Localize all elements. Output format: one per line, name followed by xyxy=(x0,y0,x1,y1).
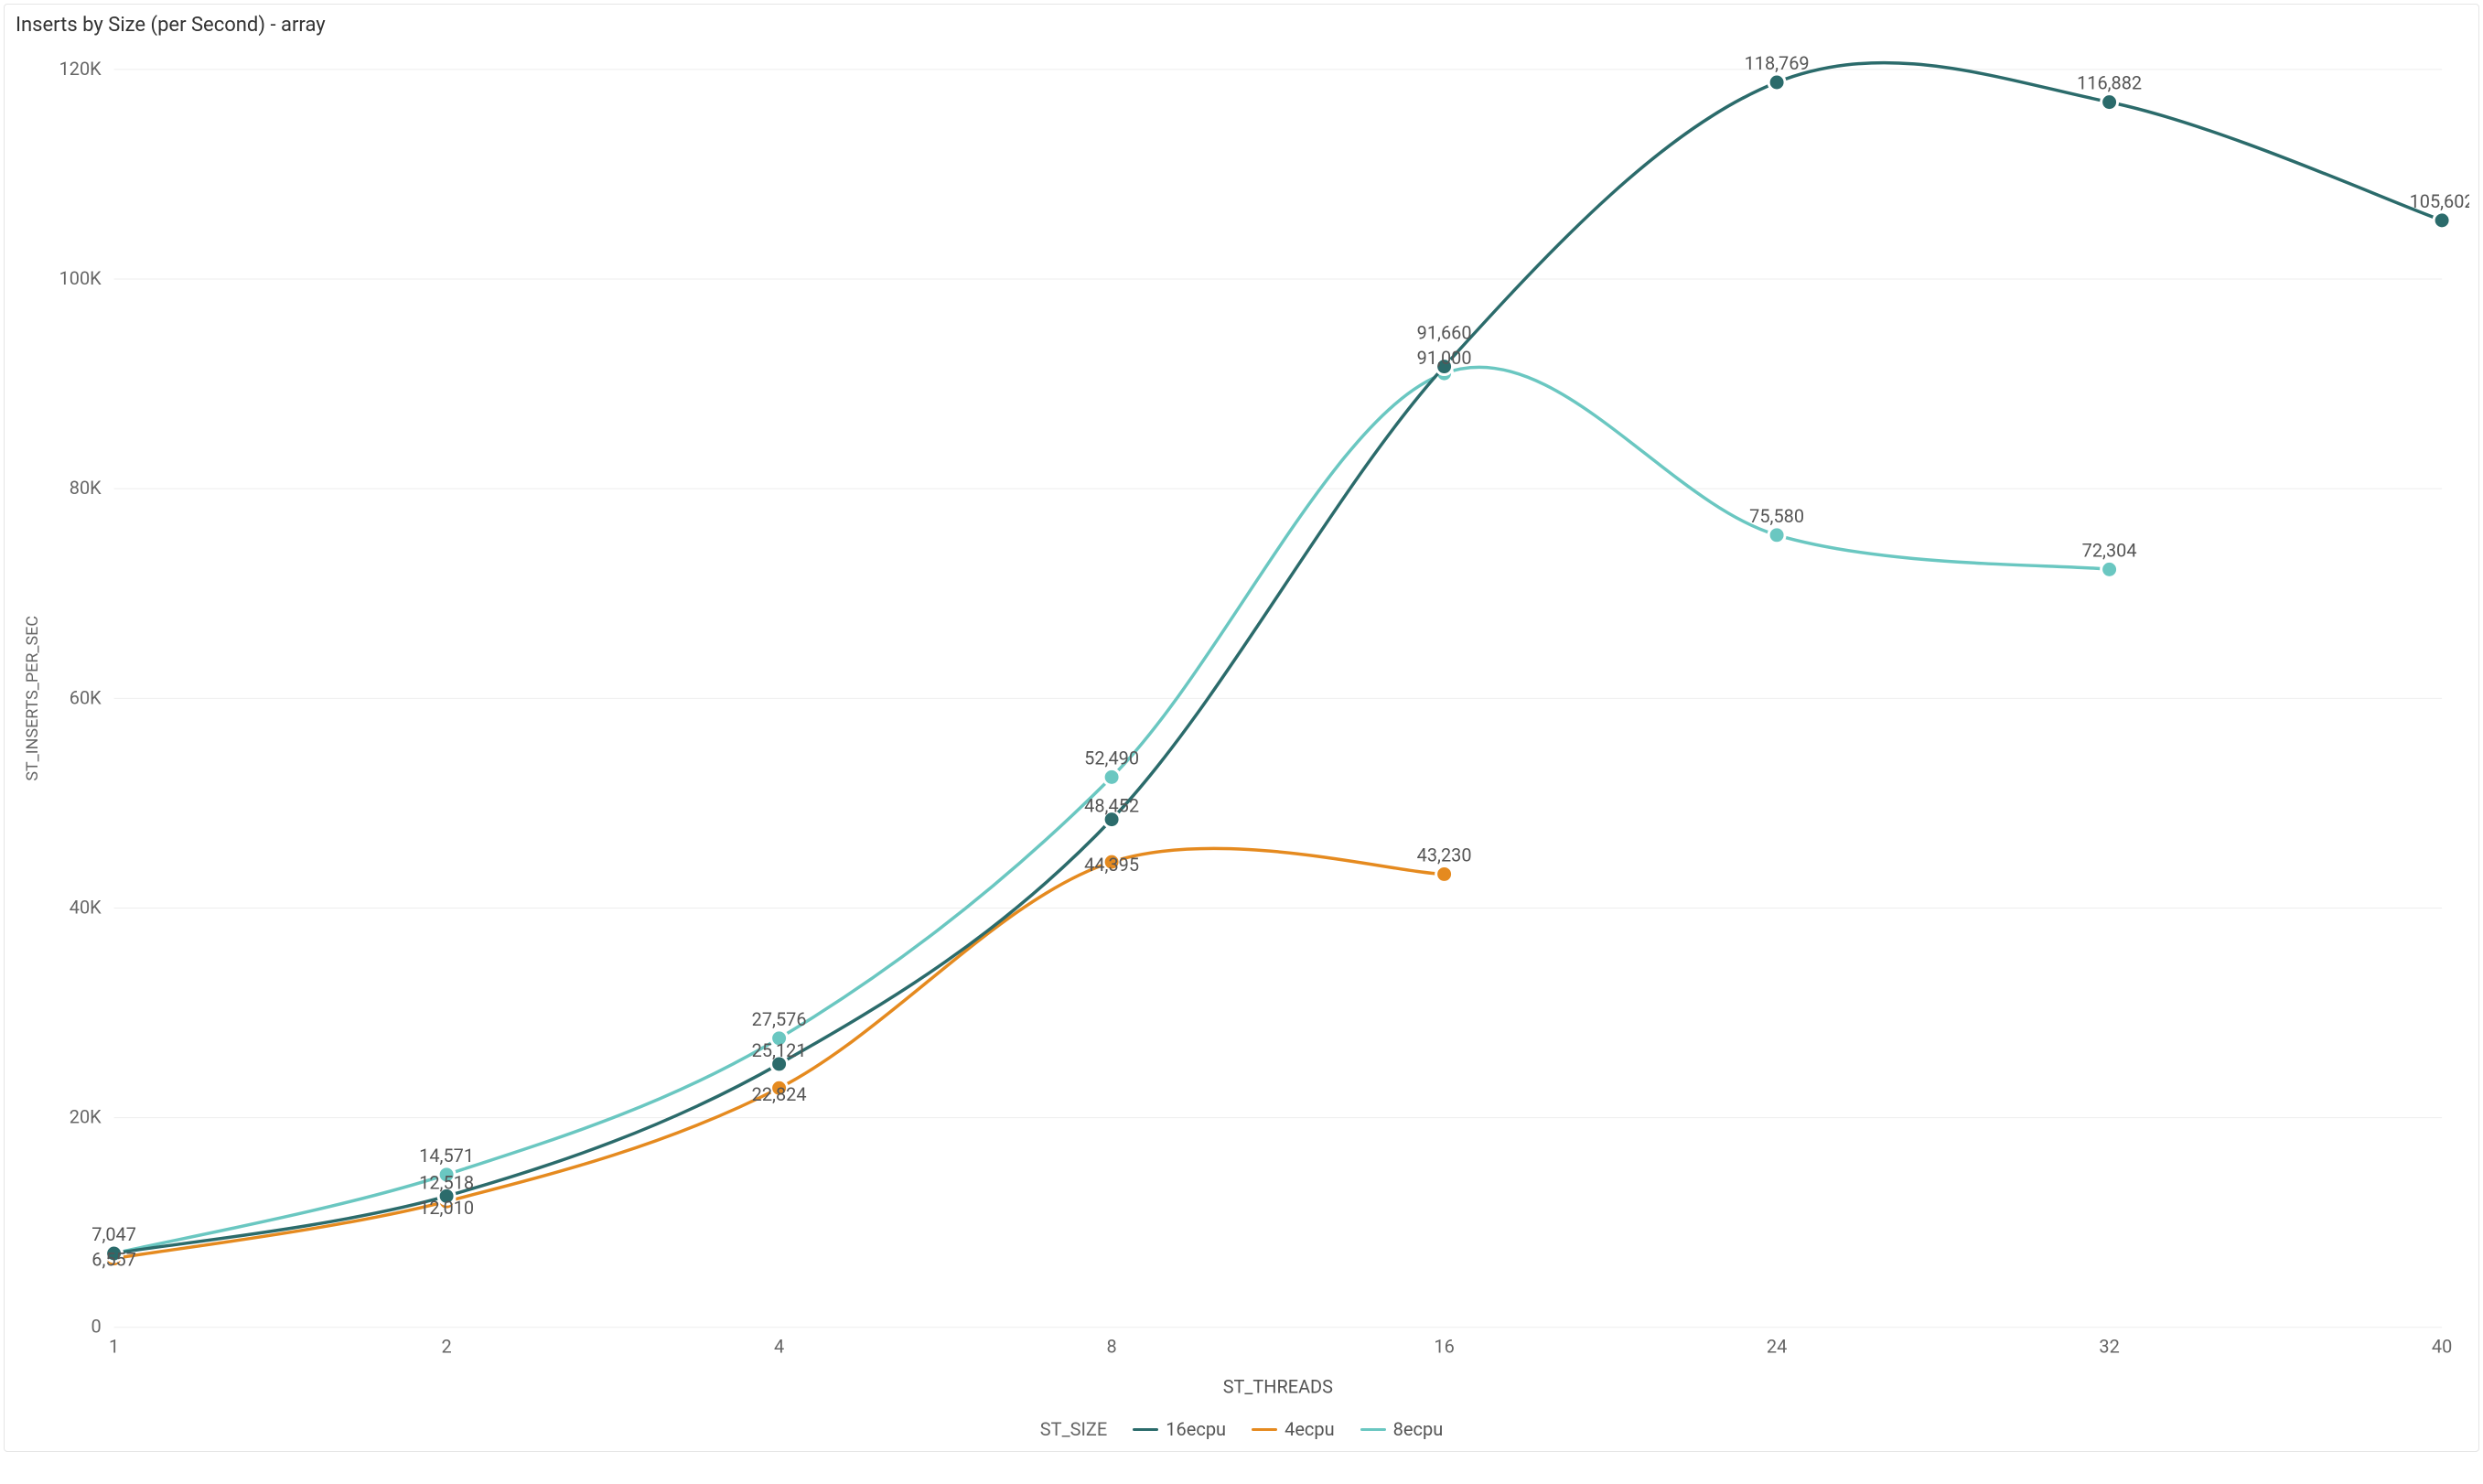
svg-text:1: 1 xyxy=(109,1337,119,1358)
legend-label-8ecpu: 8ecpu xyxy=(1393,1418,1444,1440)
legend: ST_SIZE 16ecpu 4ecpu 8ecpu xyxy=(5,1413,2478,1451)
svg-text:44,395: 44,395 xyxy=(1084,855,1139,876)
svg-text:22,824: 22,824 xyxy=(752,1084,807,1105)
svg-text:100K: 100K xyxy=(59,268,102,289)
svg-text:24: 24 xyxy=(1767,1337,1787,1358)
svg-text:91,000: 91,000 xyxy=(1417,348,1472,369)
svg-text:8: 8 xyxy=(1106,1337,1116,1358)
svg-text:91,660: 91,660 xyxy=(1417,323,1472,344)
svg-text:2: 2 xyxy=(441,1337,451,1358)
chart-card: Inserts by Size (per Second) - array 0 20… xyxy=(4,4,2479,1452)
chart-plot-area: 020K40K60K80K100K120K124816243240ST_THRE… xyxy=(5,38,2478,1413)
line-chart-svg: 020K40K60K80K100K120K124816243240ST_THRE… xyxy=(14,42,2469,1409)
svg-text:12,518: 12,518 xyxy=(419,1172,474,1193)
legend-swatch-8ecpu xyxy=(1360,1428,1386,1431)
legend-swatch-16ecpu xyxy=(1133,1428,1158,1431)
svg-text:48,452: 48,452 xyxy=(1084,796,1139,817)
svg-text:40: 40 xyxy=(2432,1337,2452,1358)
svg-text:16: 16 xyxy=(1434,1337,1454,1358)
svg-text:ST_THREADS: ST_THREADS xyxy=(1223,1376,1333,1397)
svg-text:105,602: 105,602 xyxy=(2410,191,2469,212)
svg-text:52,490: 52,490 xyxy=(1084,747,1139,769)
svg-text:14,571: 14,571 xyxy=(419,1145,474,1167)
svg-text:72,304: 72,304 xyxy=(2082,540,2137,561)
svg-text:43,230: 43,230 xyxy=(1417,845,1472,866)
svg-text:80K: 80K xyxy=(70,478,102,499)
svg-text:75,580: 75,580 xyxy=(1749,506,1804,527)
svg-text:20K: 20K xyxy=(70,1107,102,1128)
svg-text:ST_INSERTS_PER_SEC: ST_INSERTS_PER_SEC xyxy=(23,616,42,781)
legend-item-8ecpu: 8ecpu xyxy=(1360,1418,1444,1440)
svg-text:40K: 40K xyxy=(70,897,102,918)
legend-item-16ecpu: 16ecpu xyxy=(1133,1418,1226,1440)
svg-text:4: 4 xyxy=(774,1337,784,1358)
svg-text:32: 32 xyxy=(2099,1337,2119,1358)
legend-swatch-4ecpu xyxy=(1252,1428,1277,1431)
legend-label-4ecpu: 4ecpu xyxy=(1284,1418,1335,1440)
legend-label-16ecpu: 16ecpu xyxy=(1166,1418,1226,1440)
svg-text:120K: 120K xyxy=(59,59,102,80)
svg-text:0: 0 xyxy=(91,1317,101,1338)
svg-text:6,557: 6,557 xyxy=(91,1250,136,1271)
svg-text:118,769: 118,769 xyxy=(1745,53,1810,74)
svg-text:27,576: 27,576 xyxy=(752,1009,807,1030)
svg-text:12,010: 12,010 xyxy=(419,1198,474,1219)
legend-item-4ecpu: 4ecpu xyxy=(1252,1418,1335,1440)
svg-text:116,882: 116,882 xyxy=(2077,73,2142,94)
svg-text:60K: 60K xyxy=(70,687,102,708)
svg-text:7,047: 7,047 xyxy=(91,1224,136,1245)
chart-title: Inserts by Size (per Second) - array xyxy=(5,5,2478,38)
svg-text:25,121: 25,121 xyxy=(752,1040,807,1061)
legend-title: ST_SIZE xyxy=(1040,1418,1108,1440)
